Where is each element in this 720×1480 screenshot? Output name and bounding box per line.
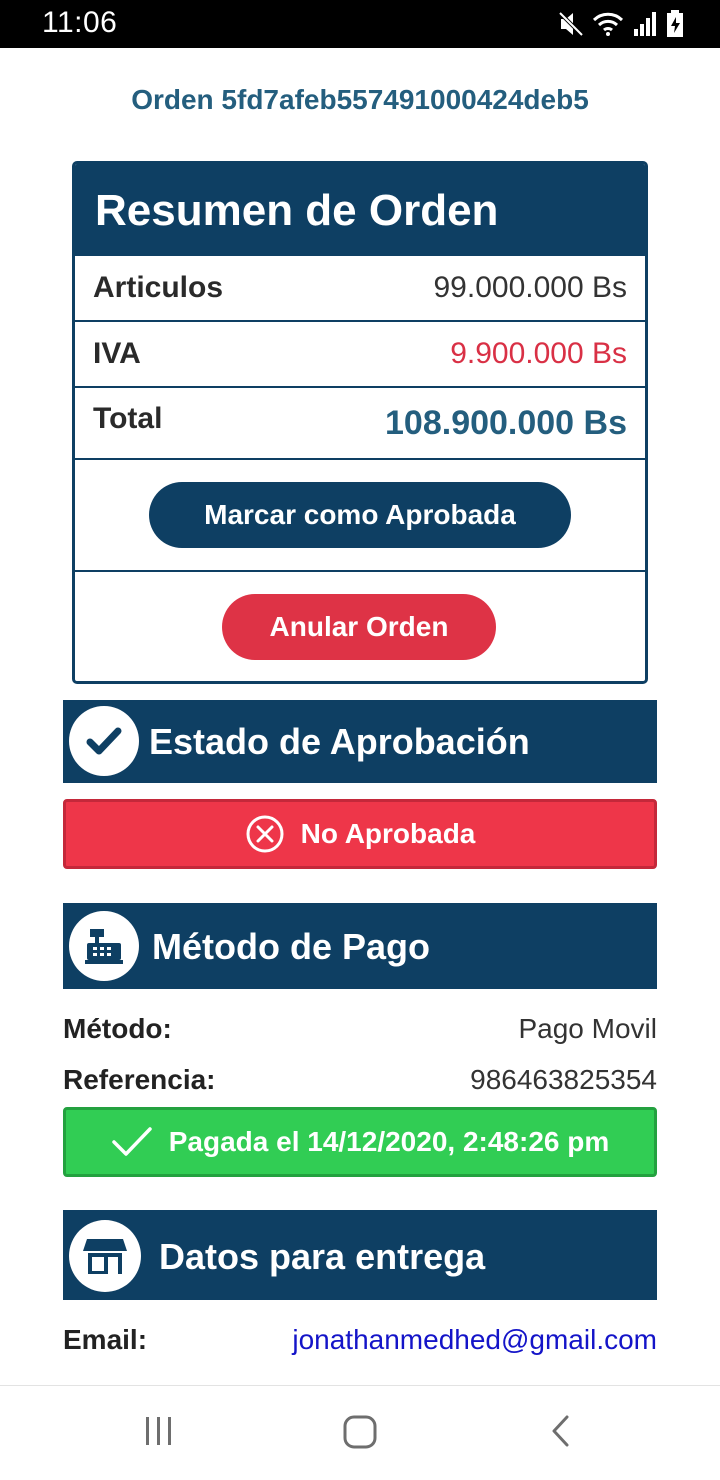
status-icons (558, 8, 684, 40)
cash-register-icon (85, 929, 123, 964)
recent-apps-icon[interactable] (140, 1413, 178, 1449)
x-circle-icon (246, 815, 284, 853)
email-label: Email: (63, 1324, 148, 1355)
summary-row-items: Articulos 99.000.000 Bs (75, 256, 645, 322)
reference-value: 986463825354 (470, 1064, 657, 1095)
status-time: 11:06 (42, 6, 118, 39)
reference-label: Referencia: (63, 1064, 216, 1095)
summary-heading: Resumen de Orden (75, 164, 645, 256)
battery-icon (667, 10, 683, 37)
home-icon[interactable] (340, 1412, 380, 1452)
order-summary-card: Resumen de Orden Articulos 99.000.000 Bs… (72, 161, 648, 684)
approval-heading: Estado de Aprobación (149, 721, 530, 762)
summary-row-tax: IVA 9.900.000 Bs (75, 322, 645, 388)
payment-method-row: Método: Pago Movil (63, 1013, 657, 1053)
approval-status-text: No Aprobada (300, 818, 476, 849)
approve-button[interactable]: Marcar como Aprobada (149, 482, 571, 548)
total-label: Total (93, 402, 163, 435)
approval-status-banner: No Aprobada (63, 799, 657, 869)
items-label: Articulos (93, 271, 224, 304)
wifi-icon (592, 12, 624, 36)
check-icon (86, 727, 122, 755)
approval-section-header: Estado de Aprobación (63, 700, 657, 783)
payment-icon-circle (69, 911, 139, 981)
store-icon (83, 1239, 127, 1274)
payment-reference-row: Referencia: 986463825354 (63, 1064, 657, 1104)
payment-paid-banner: Pagada el 14/12/2020, 2:48:26 pm (63, 1107, 657, 1177)
check-icon (112, 1127, 152, 1156)
tax-value: 9.900.000 Bs (450, 337, 627, 370)
summary-row-total: Total 108.900.000 Bs (75, 388, 645, 460)
method-label: Método: (63, 1013, 172, 1044)
paid-status-text: Pagada el 14/12/2020, 2:48:26 pm (168, 1126, 610, 1157)
approval-icon-circle (69, 706, 139, 776)
payment-section-header: Método de Pago (63, 903, 657, 989)
back-icon[interactable] (546, 1413, 576, 1449)
approve-row: Marcar como Aprobada (75, 460, 645, 572)
delivery-section-header: Datos para entrega (63, 1210, 657, 1300)
cancel-row: Anular Orden (75, 572, 645, 681)
cancel-order-button[interactable]: Anular Orden (222, 594, 496, 660)
tax-label: IVA (93, 337, 141, 370)
delivery-email-row: Email: jonathanmedhed@gmail.com (63, 1324, 657, 1364)
items-value: 99.000.000 Bs (433, 271, 628, 304)
status-bar: 11:06 (0, 0, 720, 48)
total-value: 108.900.000 Bs (385, 404, 627, 442)
signal-icon (634, 12, 656, 36)
system-navigation-bar (0, 1385, 720, 1480)
delivery-icon-circle (69, 1220, 141, 1292)
order-title: Orden 5fd7afeb557491000424deb5 (131, 84, 589, 115)
method-value: Pago Movil (518, 1013, 657, 1044)
email-link[interactable]: jonathanmedhed@gmail.com (292, 1324, 657, 1356)
payment-heading: Método de Pago (152, 926, 430, 967)
mute-icon (558, 11, 584, 37)
delivery-heading: Datos para entrega (159, 1236, 486, 1277)
